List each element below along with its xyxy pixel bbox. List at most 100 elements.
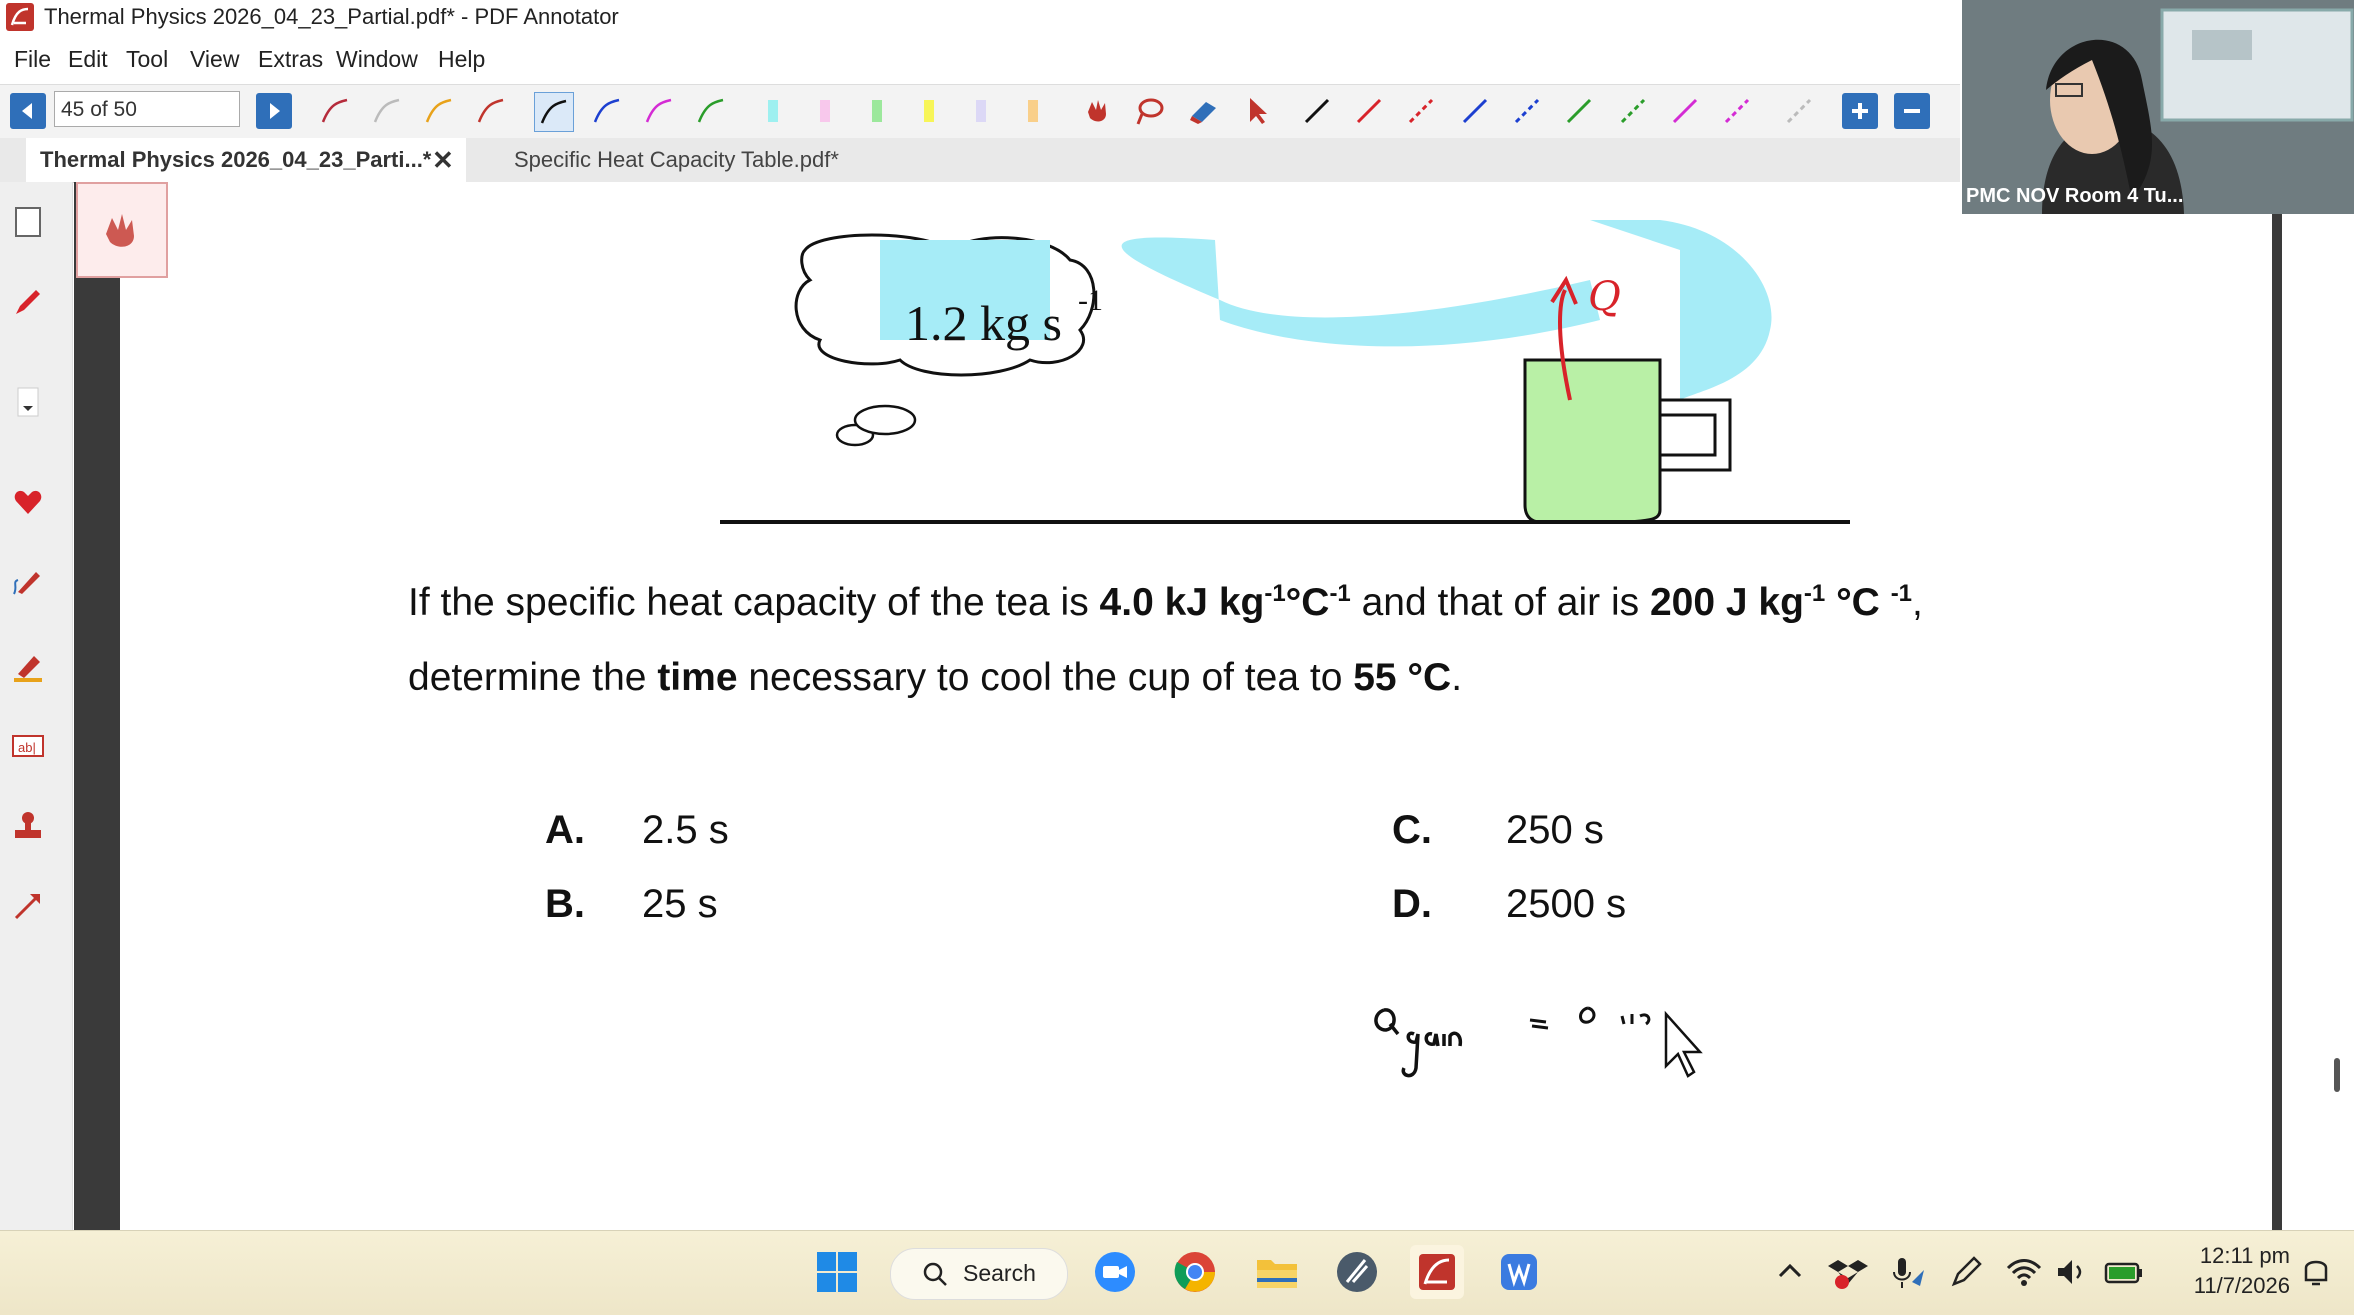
lasso-icon [1136, 98, 1164, 125]
text-box-icon: ab| [12, 735, 44, 757]
option-b-value: 25 s [642, 882, 718, 926]
menu-tool[interactable]: Tool [126, 46, 168, 73]
option-c-value: 250 s [1506, 808, 1604, 852]
pen-orange-button[interactable] [420, 92, 458, 130]
tray-dropbox[interactable] [1828, 1245, 1868, 1299]
line-magenta-dashed-button[interactable] [1718, 92, 1756, 130]
question-text: determine the [408, 656, 658, 699]
line-green-dashed-button[interactable] [1614, 92, 1652, 130]
highlighter-lavender-button[interactable] [962, 92, 1000, 130]
menu-bar: File Edit Tool View Extras Window Help [0, 40, 1960, 80]
dropbox-icon [1828, 1260, 1868, 1289]
menu-view[interactable]: View [190, 46, 239, 73]
tray-pen[interactable] [1946, 1245, 1986, 1299]
menu-window[interactable]: Window [336, 46, 418, 73]
sidebar-highlighter-tool[interactable] [8, 646, 48, 686]
pen-icon [13, 572, 40, 595]
highlighter-cyan-button[interactable] [754, 92, 792, 130]
show-hidden-icons-button[interactable] [1770, 1245, 1810, 1299]
menu-extras[interactable]: Extras [258, 46, 323, 73]
webcam-video: PMC NOV Room 4 Tu... [1962, 0, 2354, 214]
line-gray-dashed-button[interactable] [1780, 92, 1818, 130]
pen-darkred-button[interactable] [472, 92, 510, 130]
highlighter-yellow-button[interactable] [910, 92, 948, 130]
sidebar-text-tool[interactable]: ab| [8, 726, 48, 766]
tab-specific-heat-table[interactable]: Specific Heat Capacity Table.pdf* [500, 138, 910, 182]
next-page-button[interactable] [256, 93, 292, 129]
tray-battery[interactable] [2102, 1245, 2146, 1299]
highlighter-green-button[interactable] [858, 92, 896, 130]
sidebar-favorite-tool[interactable] [8, 482, 48, 522]
line-magenta-button[interactable] [1666, 92, 1704, 130]
line-green-button[interactable] [1560, 92, 1598, 130]
question-text: necessary to cool the cup of tea to [737, 656, 1354, 699]
pen-gray-button[interactable] [368, 92, 406, 130]
hand-tool-button[interactable] [1078, 92, 1116, 130]
zoom-in-button[interactable] [1842, 93, 1878, 129]
menu-help[interactable]: Help [438, 46, 485, 73]
prev-page-button[interactable] [10, 93, 46, 129]
page-number-field[interactable]: 45 of 50 [54, 91, 240, 127]
close-tab-icon[interactable]: ✕ [432, 138, 454, 182]
tray-volume[interactable] [2052, 1245, 2092, 1299]
option-d-value: 2500 s [1506, 882, 1627, 926]
chrome-icon [1174, 1252, 1215, 1292]
line-blue-button[interactable] [1456, 92, 1494, 130]
pen-magenta-button[interactable] [640, 92, 678, 130]
notification-center-button[interactable] [2296, 1245, 2336, 1299]
pen-icon [593, 98, 620, 123]
tab-thermal-physics[interactable]: Thermal Physics 2026_04_23_Parti...* ✕ [26, 138, 466, 182]
line-icon [1462, 98, 1488, 124]
highlighter-orange-button[interactable] [1014, 92, 1052, 130]
pdf-annotator-app-icon [6, 3, 34, 31]
sidebar-dropdown[interactable] [8, 382, 48, 422]
lasso-tool-button[interactable] [1130, 92, 1168, 130]
taskbar-app[interactable] [1330, 1245, 1384, 1299]
sidebar-pen-tool[interactable] [8, 282, 48, 322]
page-thumbnail[interactable] [76, 182, 168, 278]
eraser-tool-button[interactable] [1184, 92, 1222, 130]
highlighter-pink-button[interactable] [806, 92, 844, 130]
line-red-dashed-button[interactable] [1402, 92, 1440, 130]
line-black-button[interactable] [1298, 92, 1336, 130]
menu-file[interactable]: File [14, 46, 51, 73]
taskbar-chrome[interactable] [1168, 1245, 1222, 1299]
wifi-icon [2006, 1259, 2042, 1286]
start-button[interactable] [810, 1245, 864, 1299]
sidebar-stamp-tool[interactable] [8, 806, 48, 846]
taskbar-file-explorer[interactable] [1250, 1245, 1304, 1299]
tab-label: Thermal Physics 2026_04_23_Parti...* [40, 147, 432, 172]
window-title: Thermal Physics 2026_04_23_Partial.pdf* … [44, 4, 619, 29]
taskbar-whiteboard[interactable] [1492, 1245, 1546, 1299]
highlighter-icon [14, 656, 42, 682]
sidebar-arrow-tool[interactable] [8, 886, 48, 926]
pointer-icon [1250, 98, 1267, 124]
speaker-icon [2058, 1260, 2082, 1284]
zoom-out-button[interactable] [1894, 93, 1930, 129]
scrollbar-thumb[interactable] [2334, 1058, 2340, 1092]
pen-blue-button[interactable] [588, 92, 626, 130]
line-blue-dashed-button[interactable] [1508, 92, 1546, 130]
tray-microphone[interactable] [1888, 1245, 1928, 1299]
pen-green-button[interactable] [692, 92, 730, 130]
pen-red-button[interactable] [316, 92, 354, 130]
webcam-participant-name: PMC NOV Room 4 Tu... [1966, 185, 2184, 207]
sidebar-pen-blue-tool[interactable] [8, 562, 48, 602]
windows-taskbar: Search 12:11 pm 11/7/2026 [0, 1230, 2354, 1315]
line-red-button[interactable] [1350, 92, 1388, 130]
tray-wifi[interactable] [2004, 1245, 2044, 1299]
webcam-feed-image [1962, 0, 2354, 214]
question-line-1: If the specific heat capacity of the tea… [408, 580, 1923, 625]
taskbar-search[interactable]: Search [890, 1248, 1068, 1300]
pointer-tool-button[interactable] [1238, 92, 1276, 130]
pen-black-button[interactable] [534, 92, 574, 132]
taskbar-pdf-annotator[interactable] [1410, 1245, 1464, 1299]
blank-page-tool[interactable] [8, 202, 48, 242]
dashed-line-icon [1786, 98, 1812, 124]
arrow-icon [14, 894, 40, 920]
taskbar-zoom[interactable] [1088, 1245, 1142, 1299]
unknown-app-icon [1337, 1252, 1377, 1292]
option-a-value: 2.5 s [642, 808, 729, 852]
highlighter-icon [872, 100, 882, 122]
menu-edit[interactable]: Edit [68, 46, 108, 73]
